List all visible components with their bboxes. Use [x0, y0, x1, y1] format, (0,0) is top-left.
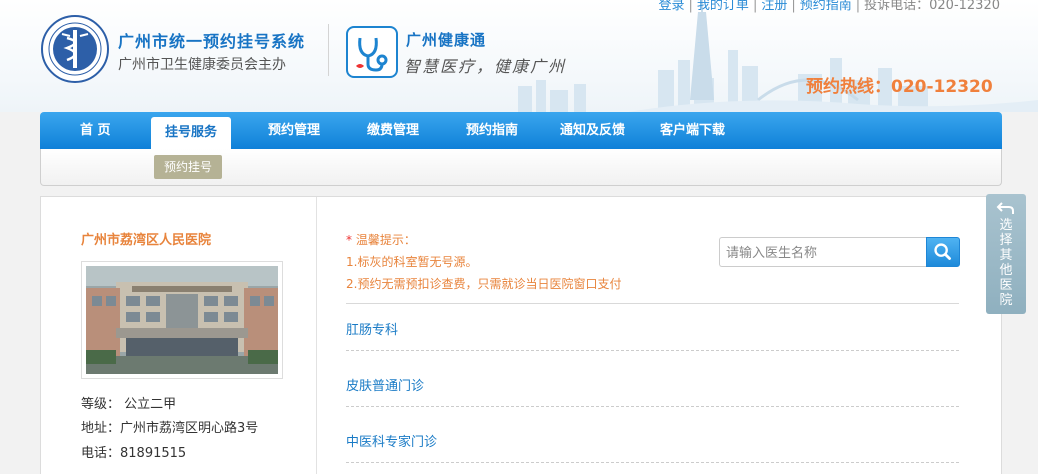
side-tab-label: 选择其他医院 [999, 218, 1013, 308]
complaint-phone: 投诉电话：020-12320 [864, 0, 1000, 13]
guide-link[interactable]: 预约指南 [800, 0, 852, 13]
section-divider [346, 303, 959, 304]
search-button[interactable] [926, 237, 960, 267]
department-panel: * 温馨提示： 1.标灰的科室暂无号源。 2.预约无需预扣诊查费，只需就诊当日医… [318, 197, 1001, 474]
app-title: 广州健康通 [406, 31, 487, 49]
sub-nav: 预约挂号 [40, 149, 1002, 186]
separator: | [688, 0, 693, 13]
search-icon [934, 243, 951, 260]
login-link[interactable]: 登录 [659, 0, 685, 13]
my-orders-link[interactable]: 我的订单 [697, 0, 749, 13]
system-title: 广州市统一预约挂号系统 [118, 32, 306, 51]
main-nav: 首 页 挂号服务 预约管理 缴费管理 预约指南 通知及反馈 客户端下载 [40, 112, 1002, 150]
hospital-building-image [86, 266, 278, 374]
department-item[interactable]: 中医科专家门诊 [346, 431, 437, 450]
nav-registration-service[interactable]: 挂号服务 [151, 117, 232, 150]
nav-notice-feedback[interactable]: 通知及反馈 [560, 112, 625, 149]
stethoscope-icon [356, 37, 388, 72]
app-slogan: 智慧医疗，健康广州 [404, 57, 567, 76]
main-content: 广州市荔湾区人民医院 等级： 公立二甲 地址：广州市荔湾区明心路3号 电话：81… [40, 196, 1002, 474]
nav-appointment-management[interactable]: 预约管理 [268, 112, 320, 149]
system-organizer: 广州市卫生健康委员会主办 [118, 57, 286, 73]
choose-other-hospital-tab[interactable]: 选择其他医院 [986, 194, 1026, 314]
required-star: * [346, 233, 356, 247]
hospital-photo [81, 261, 283, 379]
separator: | [855, 0, 861, 13]
nav-home[interactable]: 首 页 [80, 112, 111, 149]
separator: | [791, 0, 796, 13]
hospital-level: 等级： 公立二甲 [81, 397, 177, 412]
doctor-search [719, 237, 960, 267]
notice-line-1: 1.标灰的科室暂无号源。 [346, 255, 478, 269]
register-link[interactable]: 注册 [761, 0, 787, 13]
nav-appointment-guide[interactable]: 预约指南 [466, 112, 518, 149]
nav-client-download[interactable]: 客户端下载 [660, 112, 725, 149]
hospital-phone: 电话：81891515 [81, 446, 187, 461]
hospital-address: 地址：广州市荔湾区明心路3号 [81, 421, 259, 436]
separator: | [752, 0, 758, 13]
health-app-logo [346, 26, 398, 78]
department-divider [346, 462, 959, 463]
hospital-name: 广州市荔湾区人民医院 [81, 233, 212, 248]
nav-payment-management[interactable]: 缴费管理 [367, 112, 419, 149]
doctor-search-input[interactable] [719, 237, 927, 267]
back-arrow-icon [996, 202, 1014, 214]
notice-line-2: 2.预约无需预扣诊查费，只需就诊当日医院窗口支付 [346, 277, 622, 291]
department-divider [346, 406, 959, 407]
department-item[interactable]: 肛肠专科 [346, 319, 398, 338]
brand-divider [328, 24, 329, 76]
top-links-bar: 登录 | 我的订单 | 注册 | 预约指南 | 投诉电话：020-12320 [659, 0, 1000, 13]
sub-nav-book-appointment[interactable]: 预约挂号 [154, 155, 223, 179]
hospital-info-panel: 广州市荔湾区人民医院 等级： 公立二甲 地址：广州市荔湾区明心路3号 电话：81… [41, 197, 317, 474]
department-item[interactable]: 皮肤普通门诊 [346, 375, 424, 394]
department-divider [346, 350, 959, 351]
notice-title-text: 温馨提示： [355, 233, 416, 247]
hotline-text: 预约热线：020-12320 [806, 77, 993, 97]
health-commission-emblem [41, 15, 109, 83]
notice-title: * 温馨提示： [346, 231, 416, 248]
